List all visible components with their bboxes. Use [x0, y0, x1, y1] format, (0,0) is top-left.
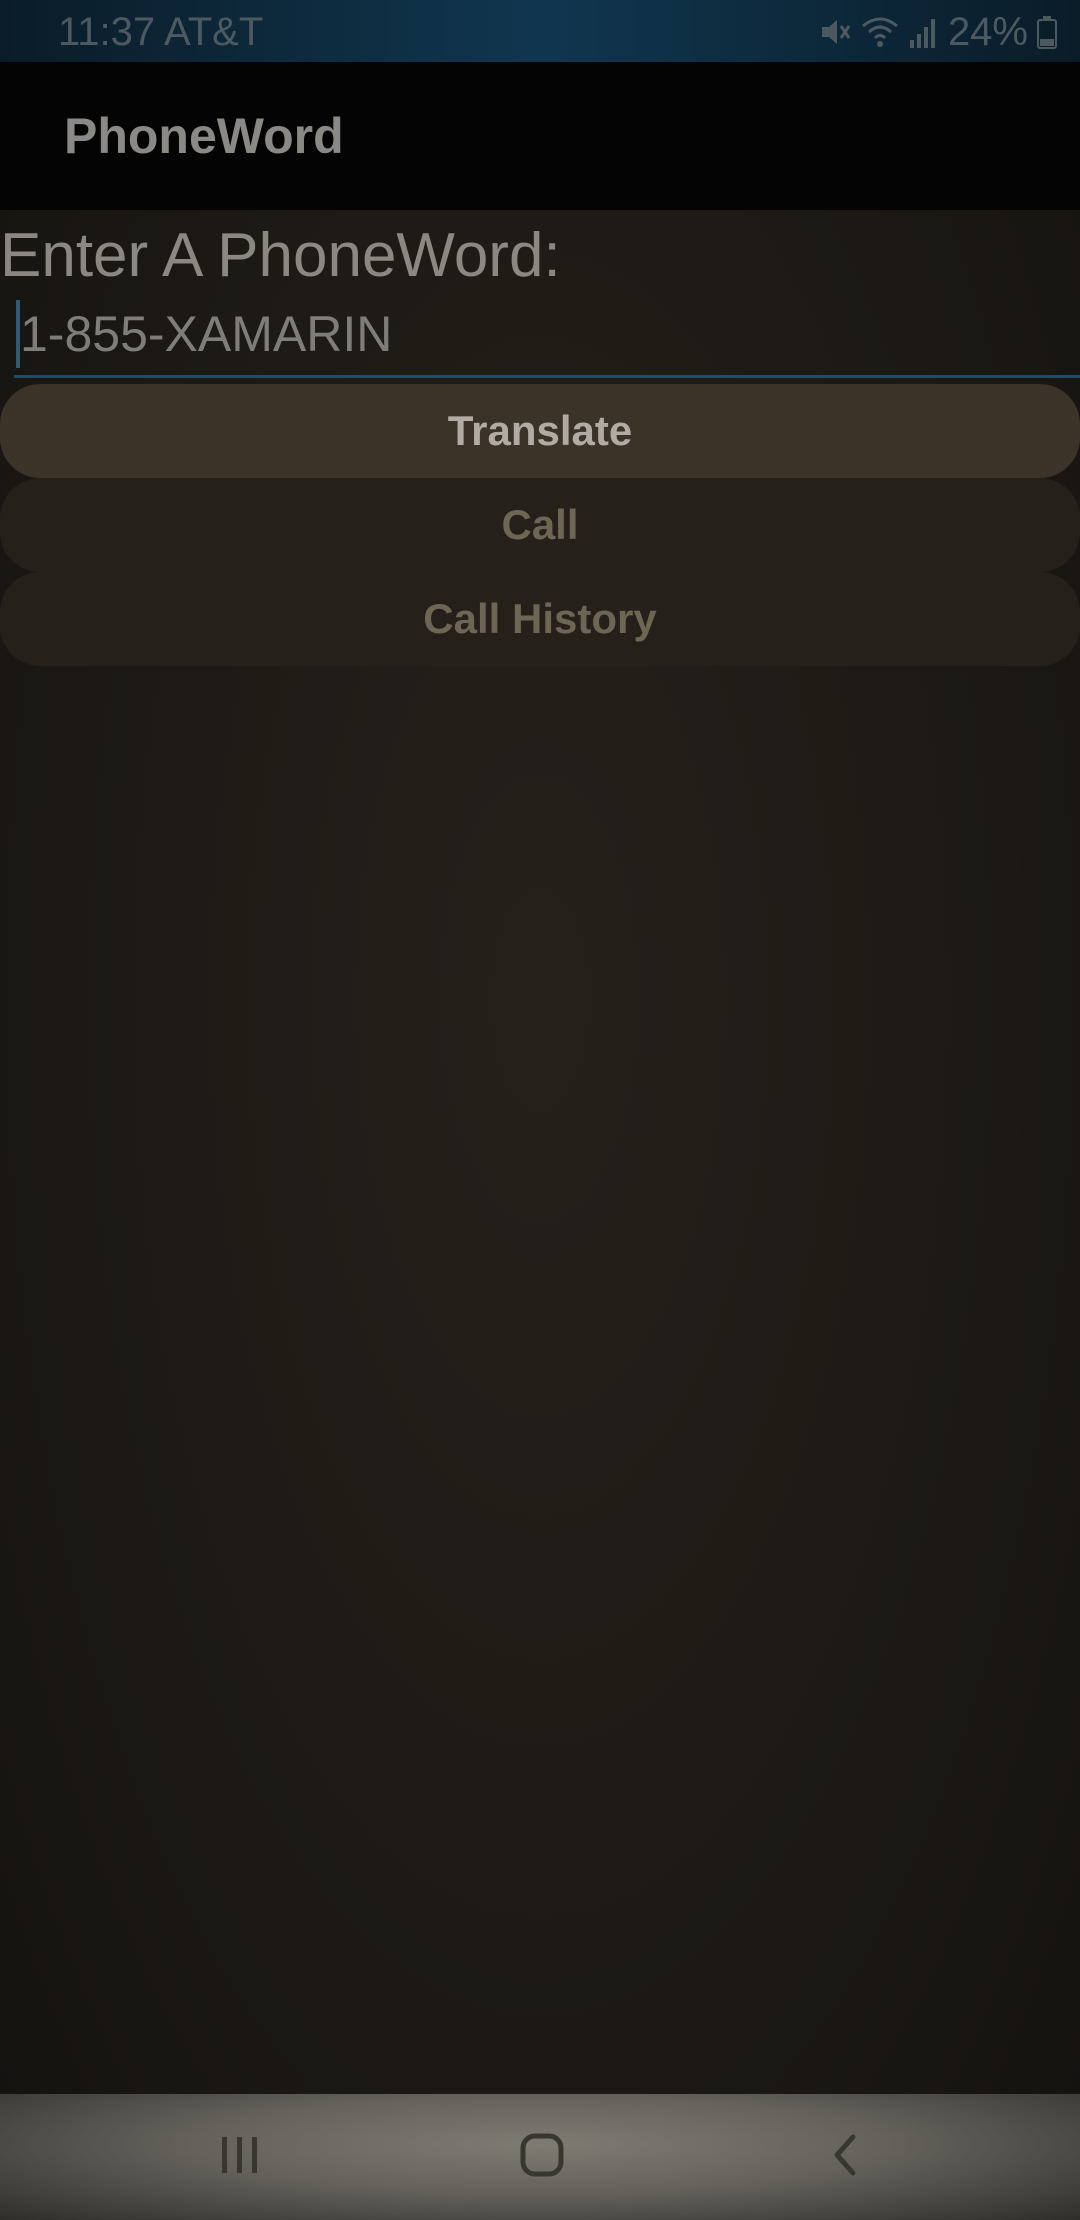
wifi-icon: [860, 14, 900, 50]
mute-icon: [816, 14, 852, 50]
status-time-carrier: 11:37 AT&T: [58, 10, 264, 54]
navigation-bar: [0, 2094, 1080, 2220]
app-bar: PhoneWord: [0, 62, 1080, 210]
call-history-button-label: Call History: [423, 595, 657, 642]
translate-button-label: Translate: [447, 407, 633, 454]
status-bar: 11:37 AT&T 24%: [0, 0, 1080, 62]
home-icon: [518, 2131, 566, 2184]
app-title: PhoneWord: [64, 108, 344, 164]
back-button[interactable]: [805, 2122, 885, 2192]
translate-button[interactable]: Translate: [0, 384, 1080, 478]
back-icon: [825, 2131, 865, 2184]
phoneword-input-value[interactable]: 1-855-XAMARIN: [20, 300, 392, 368]
recents-icon: [216, 2133, 264, 2182]
recents-button[interactable]: [200, 2122, 280, 2192]
call-history-button[interactable]: Call History: [0, 572, 1080, 666]
home-button[interactable]: [502, 2122, 582, 2192]
call-button-label: Call: [501, 501, 579, 548]
battery-percent: 24%: [947, 10, 1028, 54]
call-button[interactable]: Call: [0, 478, 1080, 572]
phoneword-prompt-label: Enter A PhoneWord:: [0, 221, 561, 290]
status-icons: 24%: [816, 8, 1058, 56]
signal-icon: [908, 14, 940, 50]
phone-screen: 11:37 AT&T 24% PhoneWord Enter A PhoneWo…: [0, 0, 1080, 2220]
battery-icon: [1036, 14, 1058, 50]
